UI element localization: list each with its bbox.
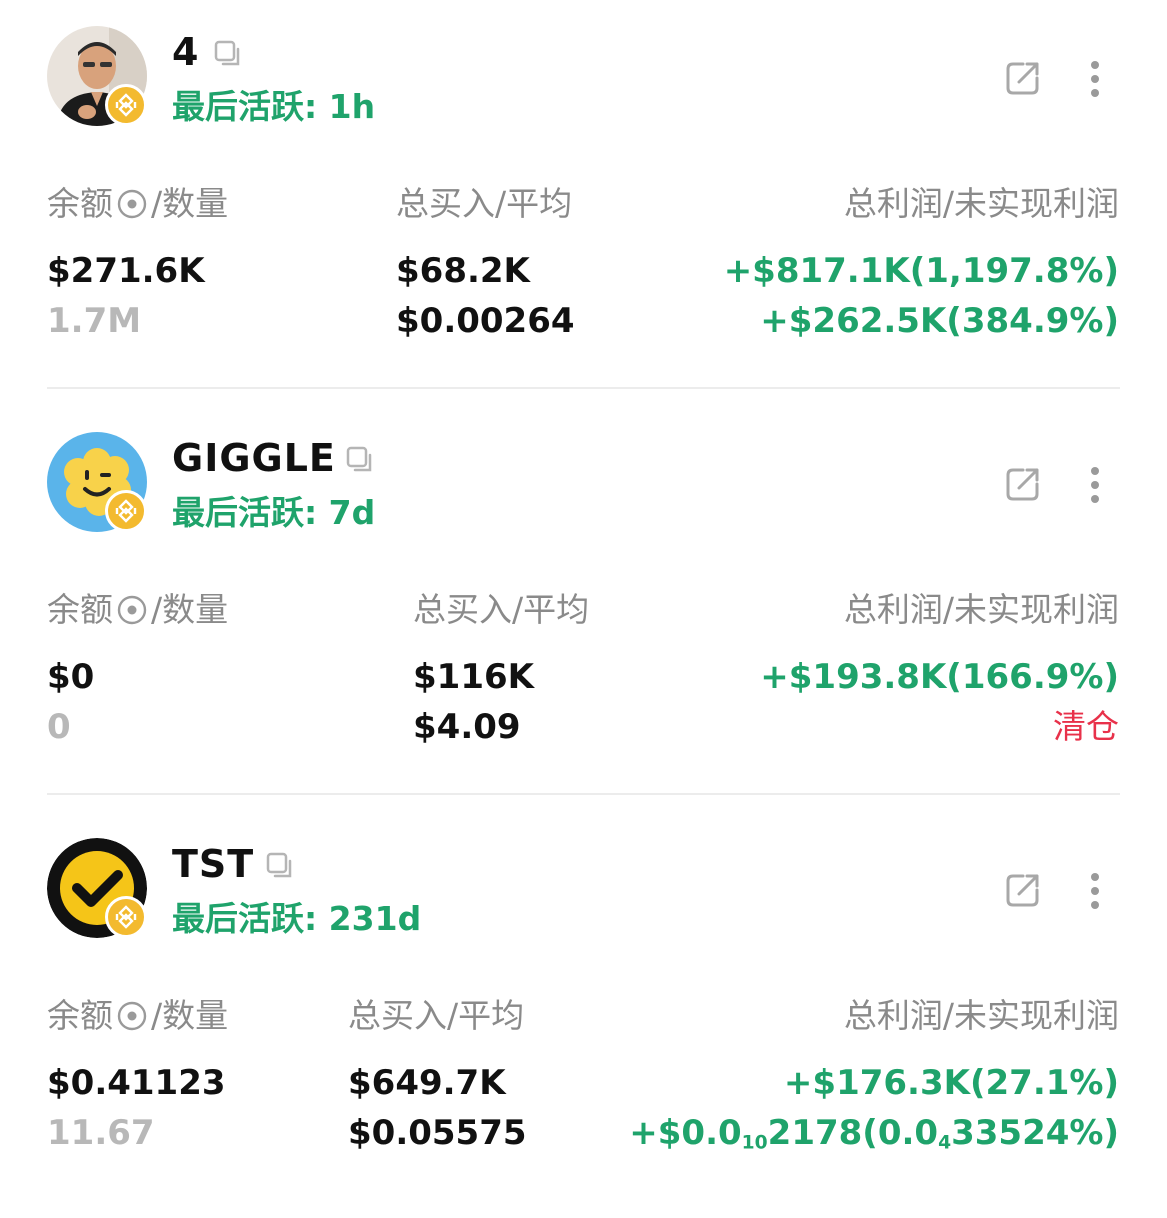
balance-label: 余额 (47, 996, 113, 1035)
buy-header: 总买入/平均 (396, 184, 573, 223)
last-active: 最后活跃: 7d (172, 493, 376, 532)
quantity-label: /数量 (151, 590, 229, 629)
more-icon[interactable] (1083, 466, 1107, 504)
balance-value: $0.41123 (47, 1063, 226, 1103)
divider (47, 793, 1120, 795)
balance-label: 余额 (47, 184, 113, 223)
token-card[interactable]: 4 最后活跃: 1h 余额/数量 总买入/平均 总利润/未实现利润 $271.6… (0, 0, 1167, 406)
buy-header: 总买入/平均 (348, 996, 525, 1035)
quantity-label: /数量 (151, 184, 229, 223)
token-avatar[interactable] (47, 838, 147, 938)
balance-header: 余额/数量 (47, 180, 228, 228)
bnb-chain-icon (105, 490, 147, 532)
copy-icon[interactable] (212, 38, 244, 70)
token-card[interactable]: GIGGLE 最后活跃: 7d 余额/数量 总买入/平均 总利润/未实现利润 $… (0, 406, 1167, 812)
balance-header: 余额/数量 (47, 992, 228, 1040)
share-icon[interactable] (1003, 464, 1043, 504)
unrealized-part: 33524%) (951, 1113, 1119, 1153)
position-closed-tag: 清仓 (1053, 707, 1119, 746)
total-profit-value: +$176.3K(27.1%) (783, 1063, 1119, 1103)
balance-value: $0 (47, 657, 95, 697)
total-buy-value: $116K (413, 657, 534, 697)
zero-count-subscript: 10 (741, 1132, 768, 1154)
unrealized-part: 2178(0.0 (767, 1113, 939, 1153)
quantity-label: /数量 (151, 996, 229, 1035)
unrealized-profit-value: +$0.0102178(0.0433524%) (629, 1110, 1119, 1156)
balance-value: $271.6K (47, 251, 205, 291)
token-name: GIGGLE (172, 436, 336, 480)
copy-icon[interactable] (264, 850, 296, 882)
avg-price-value: $0.00264 (396, 301, 575, 341)
avg-price-value: $0.05575 (348, 1113, 527, 1153)
zero-count-subscript: 4 (938, 1132, 952, 1154)
more-icon[interactable] (1083, 872, 1107, 910)
visibility-icon[interactable] (117, 595, 147, 625)
quantity-value: 11.67 (47, 1113, 155, 1153)
token-name: TST (172, 842, 255, 886)
token-name: 4 (172, 30, 200, 74)
last-active: 最后活跃: 1h (172, 87, 376, 126)
profit-header: 总利润/未实现利润 (843, 184, 1119, 223)
bnb-chain-icon (105, 896, 147, 938)
balance-header: 余额/数量 (47, 586, 228, 634)
quantity-value: 1.7M (47, 301, 142, 341)
bnb-chain-icon (105, 84, 147, 126)
buy-header: 总买入/平均 (413, 590, 590, 629)
total-profit-value: +$193.8K(166.9%) (760, 657, 1119, 697)
unrealized-part: +$0.0 (629, 1113, 742, 1153)
token-card[interactable]: TST 最后活跃: 231d 余额/数量 总买入/平均 总利润/未实现利润 $0… (0, 812, 1167, 1218)
divider (47, 387, 1120, 389)
share-icon[interactable] (1003, 58, 1043, 98)
visibility-icon[interactable] (117, 189, 147, 219)
total-profit-value: +$817.1K(1,197.8%) (723, 251, 1119, 291)
visibility-icon[interactable] (117, 1001, 147, 1031)
unrealized-profit-value: +$262.5K(384.9%) (760, 301, 1119, 341)
profit-header: 总利润/未实现利润 (843, 996, 1119, 1035)
balance-label: 余额 (47, 590, 113, 629)
total-buy-value: $649.7K (348, 1063, 506, 1103)
profit-header: 总利润/未实现利润 (843, 590, 1119, 629)
more-icon[interactable] (1083, 60, 1107, 98)
quantity-value: 0 (47, 707, 71, 747)
token-avatar[interactable] (47, 26, 147, 126)
token-avatar[interactable] (47, 432, 147, 532)
avg-price-value: $4.09 (413, 707, 521, 747)
share-icon[interactable] (1003, 870, 1043, 910)
total-buy-value: $68.2K (396, 251, 530, 291)
last-active: 最后活跃: 231d (172, 899, 422, 938)
copy-icon[interactable] (344, 444, 376, 476)
